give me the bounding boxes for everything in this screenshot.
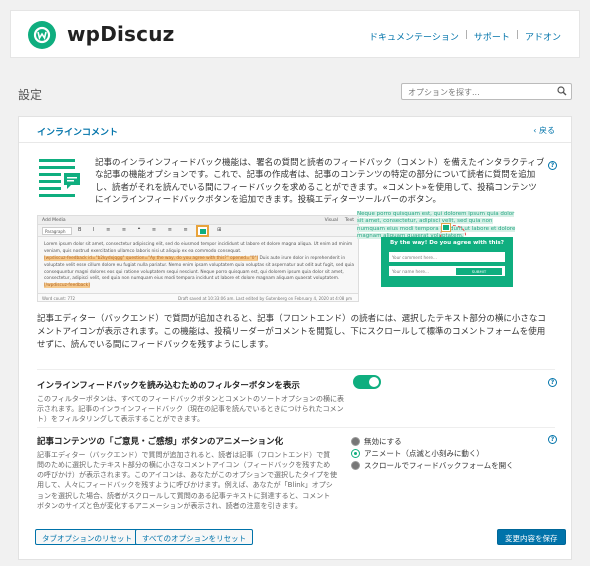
settings-panel: インラインコメント ‹ 戻る 記事のインラインフィードバック機能は、署名の質問と… xyxy=(18,116,572,560)
paragraph-select: Paragraph xyxy=(42,227,72,235)
inline-feedback-document-icon xyxy=(39,159,83,205)
option-title: 記事コンテンツの「ご意見・ご感想」ボタンのアニメーション化 xyxy=(37,437,284,447)
search-icon[interactable] xyxy=(557,86,567,98)
radio-label: 無効にする xyxy=(364,436,402,446)
comment-field: Your comment here... xyxy=(389,252,505,262)
option-description: 記事エディター（バックエンド）で質問が追加されると、読者は記事（フロントエンド）… xyxy=(37,451,337,510)
reset-tab-options-button[interactable]: タブオプションのリセット xyxy=(35,529,139,545)
save-changes-button[interactable]: 変更内容を保存 xyxy=(497,529,566,545)
header-nav: ドキュメンテーション | サポート | アドオン xyxy=(369,30,561,43)
frontend-paragraph: Neque porro quisquam est, qui dolorem ip… xyxy=(357,211,516,240)
reset-all-options-button[interactable]: すべてのオプションをリセット xyxy=(135,529,254,545)
back-link[interactable]: ‹ 戻る xyxy=(533,125,555,136)
wpdiscuz-logo-icon xyxy=(28,21,56,49)
search-placeholder: オプションを探す... xyxy=(408,88,480,97)
nav-separator: | xyxy=(464,30,468,40)
editor-topbar: Add Media Visual Text xyxy=(38,216,358,225)
filter-button-toggle[interactable] xyxy=(353,375,381,389)
editor-screenshot: Add Media Visual Text Paragraph B I ≡ ≡ … xyxy=(37,215,359,302)
last-edited: Draft saved at 10:33:06 am. Last edited … xyxy=(177,296,352,301)
divider xyxy=(37,369,555,370)
filter-button-option: インラインフィードバックを読み込むためのフィルターボタンを表示 このフィルターボ… xyxy=(37,379,347,424)
feedback-shortcode-highlight: [wpdiscuz-feedback id="b2kydxjqgg" quest… xyxy=(44,255,259,261)
radio-dot xyxy=(351,460,360,470)
intro-text: 記事のインラインフィードバック機能は、署名の質問と読者のフィードバック（コメント… xyxy=(95,158,545,205)
editor-footer: Word count: 772 Draft saved at 10:33:06 … xyxy=(38,293,358,301)
feedback-shortcode-close: [/wpdiscuz-feedback] xyxy=(44,283,90,289)
comment-bubble-icon xyxy=(442,224,450,231)
frontend-screenshot: Neque porro quisquam est, qui dolorem ip… xyxy=(357,211,517,306)
radio-dot-selected xyxy=(351,448,360,458)
feedback-popup: By the way! Do you agree with this? Your… xyxy=(381,237,513,287)
help-icon[interactable]: ? xyxy=(548,161,557,170)
radio-disable[interactable]: 無効にする xyxy=(351,435,514,447)
editor-body: Lorem ipsum dolor sit amet, consectetur … xyxy=(44,242,354,290)
nav-separator: | xyxy=(515,30,519,40)
logo-text: wpDiscuz xyxy=(67,22,175,46)
section-title: インラインコメント xyxy=(37,128,119,138)
visual-tab-label: Visual xyxy=(324,218,338,223)
nav-documentation-link[interactable]: ドキュメンテーション xyxy=(369,30,459,43)
editor-toolbar: Paragraph B I ≡ ≡ ❝ ≡ ≡ ≡ 🔗 ⊞ xyxy=(38,225,358,237)
nav-addons-link[interactable]: アドオン xyxy=(525,30,561,43)
text-tab-label: Text xyxy=(344,218,354,223)
page-title: 設定 xyxy=(18,88,43,102)
add-media-label: Add Media xyxy=(42,218,66,223)
toggle-knob xyxy=(369,377,379,387)
animation-option: 記事コンテンツの「ご意見・ご感想」ボタンのアニメーション化 記事エディター（バッ… xyxy=(37,435,337,511)
help-icon[interactable]: ? xyxy=(548,435,557,444)
option-search-input[interactable]: オプションを探す... xyxy=(401,83,572,100)
animation-radio-group: 無効にする アニメート（点滅と小刻みに動く） スクロールでフィードバックフォーム… xyxy=(351,435,514,471)
nav-support-link[interactable]: サポート xyxy=(474,30,510,43)
radio-animate[interactable]: アニメート（点滅と小刻みに動く） xyxy=(351,447,514,459)
radio-label: スクロールでフィードバックフォームを開く xyxy=(364,460,514,470)
panel-header: インラインコメント ‹ 戻る xyxy=(19,117,571,143)
help-icon[interactable]: ? xyxy=(548,378,557,387)
divider xyxy=(37,427,555,428)
feedback-toolbar-button-icon xyxy=(196,225,209,237)
option-description: このフィルターボタンは、すべてのフィードバックボタンとコメントのソートオプション… xyxy=(37,395,344,424)
radio-dot xyxy=(351,436,360,446)
editor-body-text: Lorem ipsum dolor sit amet, consectetur … xyxy=(44,242,353,254)
feature-description: 記事エディター（バックエンド）で質問が追加されると、記事（フロントエンド）の読者… xyxy=(37,314,546,350)
radio-label: アニメート（点滅と小刻みに動く） xyxy=(364,448,484,458)
option-title: インラインフィードバックを読み込むためのフィルターボタンを表示 xyxy=(37,381,300,391)
feedback-question: By the way! Do you agree with this? xyxy=(390,240,504,246)
submit-button: SUBMIT xyxy=(456,268,502,275)
radio-scroll-open[interactable]: スクロールでフィードバックフォームを開く xyxy=(351,459,514,471)
word-count: Word count: 772 xyxy=(42,296,76,301)
top-header: wpDiscuz ドキュメンテーション | サポート | アドオン xyxy=(10,10,580,58)
back-label: 戻る xyxy=(539,126,555,135)
